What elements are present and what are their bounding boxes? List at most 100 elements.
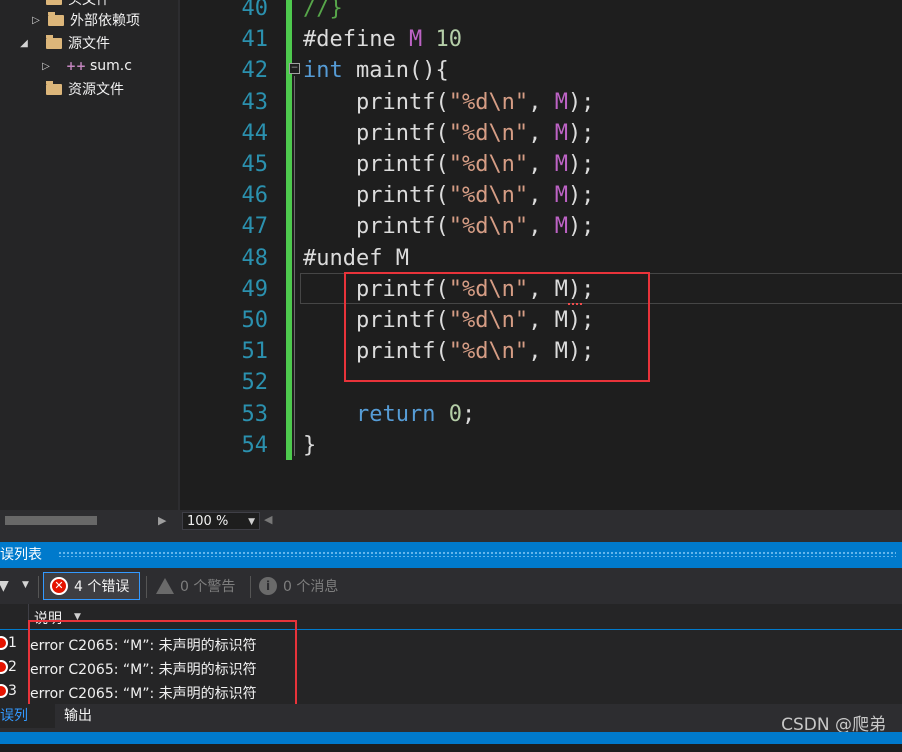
warning-icon <box>156 578 174 594</box>
tree-item-source-files[interactable]: ◢ 源文件 <box>18 32 110 54</box>
line-number: 52 <box>241 370 269 396</box>
chevron-down-icon[interactable]: ▼ <box>248 513 255 531</box>
code-line[interactable]: 40 //} <box>180 0 343 24</box>
warnings-filter-button[interactable]: 0 个警告 <box>150 572 241 600</box>
line-number: 42 <box>241 58 269 84</box>
code-token: } <box>303 432 317 458</box>
code-line[interactable]: 43 printf("%d\n", M); <box>180 87 595 118</box>
folder-icon <box>46 34 62 49</box>
scroll-right-arrow-icon[interactable]: ▶ <box>158 514 166 527</box>
code-line[interactable]: 54} <box>180 430 317 461</box>
folder-icon <box>48 11 64 26</box>
code-token: ); <box>567 89 595 115</box>
error-list-toolbar: ▼ ▼ ✕ 4 个错误 0 个警告 i 0 个消息 <box>0 568 902 604</box>
code-token: M <box>554 152 568 177</box>
code-line[interactable]: 52 <box>180 367 303 398</box>
line-number: 45 <box>241 152 269 177</box>
tree-item-label: 外部依赖项 <box>70 13 140 29</box>
code-line[interactable]: 42 int main(){ <box>180 55 449 86</box>
code-text: printf("%d\n", M); <box>303 121 594 146</box>
tab-error-list[interactable]: 错误列表 <box>0 704 55 728</box>
zoom-value: 100 % <box>187 514 229 529</box>
code-line[interactable]: 41 #define M 10 <box>180 24 462 55</box>
zoom-select[interactable]: 100 % ▼ <box>182 512 260 530</box>
tree-item-label: 源文件 <box>68 36 110 52</box>
code-token: "%d\n" <box>448 89 529 115</box>
line-number: 40 <box>241 0 269 21</box>
tree-item-sum-c[interactable]: ▷ ++ sum.c <box>40 55 132 77</box>
code-token: "%d\n" <box>448 183 529 209</box>
code-text: return 0; <box>303 402 475 427</box>
warnings-count-label: 0 个警告 <box>180 579 236 595</box>
code-token: ); <box>567 152 595 177</box>
code-token: M <box>554 120 568 146</box>
folder-icon <box>46 0 62 5</box>
code-token: printf( <box>303 152 449 177</box>
code-line[interactable]: 45 printf("%d\n", M); <box>180 149 595 180</box>
code-token: //} <box>303 0 343 21</box>
expand-arrow-icon[interactable]: ▷ <box>40 61 52 72</box>
code-token: 10 <box>435 27 462 53</box>
editor-zoom-bar: 100 % ▼ ◀ <box>178 510 902 532</box>
code-token: , <box>528 89 555 115</box>
error-icon <box>0 636 8 650</box>
expand-arrow-icon[interactable]: ▷ <box>30 15 42 26</box>
toolbar-separator <box>38 576 39 598</box>
code-token: "%d\n" <box>448 152 529 177</box>
code-token: M <box>554 214 568 240</box>
code-token: , <box>528 183 555 209</box>
code-token: ); <box>567 183 595 209</box>
error-list-title-bar[interactable]: 错误列表 <box>0 542 902 568</box>
code-line[interactable]: 48 #undef M <box>180 243 409 274</box>
scroll-left-arrow-icon[interactable]: ◀ <box>264 513 272 526</box>
scrollbar-thumb[interactable] <box>5 516 97 525</box>
line-number: 50 <box>241 308 269 333</box>
collapse-arrow-icon[interactable]: ◢ <box>18 38 30 49</box>
line-number: 54 <box>241 432 269 458</box>
code-token: int <box>303 58 343 84</box>
code-text: printf("%d\n", M); <box>303 214 594 239</box>
code-token: , <box>528 214 555 240</box>
info-icon: i <box>259 577 277 595</box>
tree-item-external-deps[interactable]: ▷ 外部依赖项 <box>30 9 140 31</box>
code-text: #define M 10 <box>303 27 462 52</box>
code-editor[interactable]: − 40//} 41 #define M 10 42 int main(){43 pri… <box>178 0 902 510</box>
toolbar-separator <box>146 576 147 598</box>
code-token: "%d\n" <box>448 214 529 240</box>
error-icon: ✕ <box>50 577 68 595</box>
error-squiggle <box>568 299 582 305</box>
code-token: M <box>554 183 568 209</box>
explorer-horizontal-scrollbar[interactable]: ▶ <box>0 510 178 532</box>
errors-filter-button[interactable]: ✕ 4 个错误 <box>43 572 140 600</box>
code-token: printf( <box>303 89 449 115</box>
code-line[interactable]: 46 printf("%d\n", M); <box>180 180 595 211</box>
code-token: ); <box>567 214 595 240</box>
code-line[interactable]: 53 return 0; <box>180 399 476 430</box>
messages-filter-button[interactable]: i 0 个消息 <box>253 572 344 600</box>
tab-output[interactable]: 输出 <box>64 704 92 728</box>
line-number: 44 <box>241 120 269 146</box>
tree-item-resource-files[interactable]: 资源文件 <box>46 78 124 100</box>
title-grip <box>58 551 896 557</box>
filter-icon[interactable]: ▼ <box>0 578 9 594</box>
messages-count-label: 0 个消息 <box>283 579 339 595</box>
tree-item-label: sum.c <box>90 58 132 74</box>
line-number: 41 <box>241 27 269 53</box>
code-token: #define <box>303 27 409 53</box>
solution-explorer: 头文件 ▷ 外部依赖项 ◢ 源文件 ▷ ++ sum.c 资源文件 <box>0 0 178 510</box>
tab-label: 输出 <box>64 708 92 724</box>
line-number: 46 <box>241 183 269 209</box>
line-number: 51 <box>241 339 269 365</box>
chevron-down-icon[interactable]: ▼ <box>22 580 29 590</box>
panel-title: 错误列表 <box>0 547 42 563</box>
code-line[interactable]: 44 printf("%d\n", M); <box>180 118 595 149</box>
code-token: , <box>528 120 555 146</box>
status-bar <box>0 732 902 744</box>
code-token: 0 <box>448 401 462 427</box>
code-line[interactable]: 47 printf("%d\n", M); <box>180 211 595 242</box>
code-text: int main(){ <box>303 58 449 83</box>
panel-tabs: 错误列表 输出 CSDN @爬弟 <box>0 704 902 735</box>
